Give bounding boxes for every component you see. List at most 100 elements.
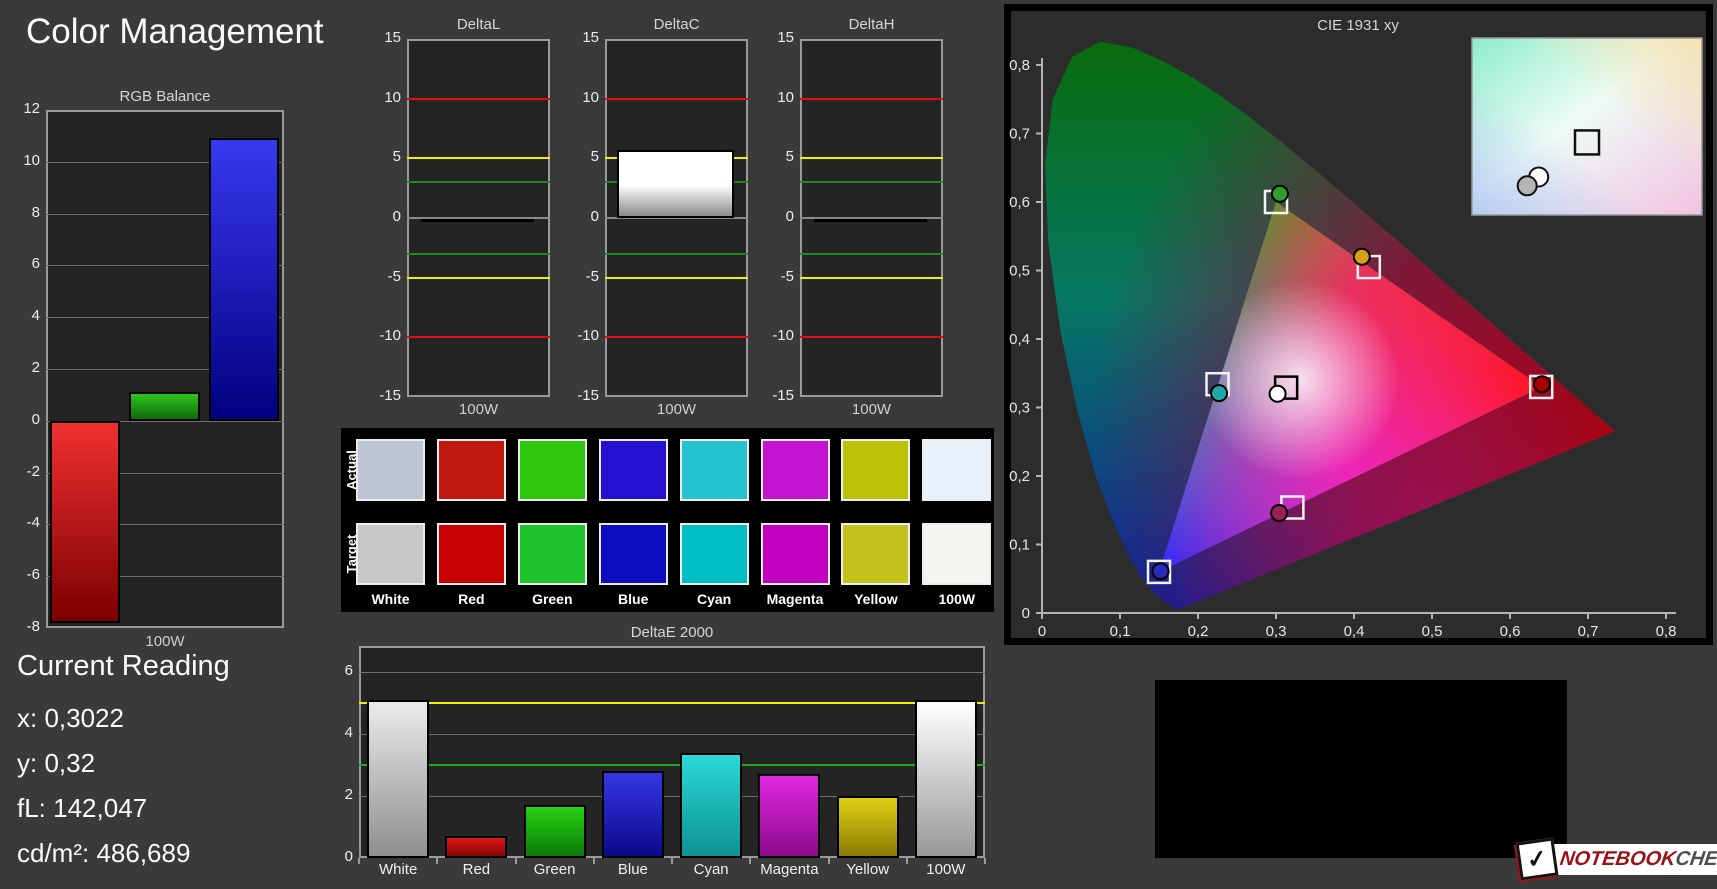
rgb-ytick-label: 0 — [0, 411, 40, 428]
delta_l-ytick-label: 5 — [367, 148, 401, 165]
delta_h-ytick-label: -10 — [760, 327, 794, 344]
delta_c-refline — [605, 277, 748, 279]
delta_h-ytick-label: 10 — [760, 89, 794, 106]
rgb-bar-red — [50, 421, 120, 623]
column-label: Green — [512, 591, 593, 607]
delta_h-refline — [800, 336, 943, 338]
delta_l-ytick-label: 15 — [367, 29, 401, 46]
column-label: Blue — [593, 591, 674, 607]
swatch-target-magenta — [761, 523, 830, 585]
swatch-actual-green — [518, 439, 587, 501]
delta-c-plot — [605, 39, 748, 397]
de-axis-tick — [906, 858, 908, 864]
delta_h-ytick-label: -15 — [760, 387, 794, 404]
swatch-actual-100w — [922, 439, 991, 501]
delta-h-title: DeltaH — [800, 16, 943, 33]
de-bar-cyan — [680, 753, 742, 858]
cie-xtick-label: 0,4 — [1344, 623, 1365, 640]
de-bar-white — [367, 700, 429, 858]
column-label: Cyan — [674, 591, 755, 607]
de-gridline — [359, 734, 985, 735]
de-category-label: Magenta — [750, 861, 828, 878]
swatch-target-yellow — [841, 523, 910, 585]
cie-ytick-label: 0,7 — [1009, 126, 1030, 143]
reading-y: y: 0,32 — [17, 748, 95, 779]
delta_l-bar — [421, 219, 534, 222]
rgb-ytick-label: -6 — [0, 566, 40, 583]
color-checker-panel: ActualTargetWhiteRedGreenBlueCyanMagenta… — [341, 428, 994, 612]
de-ytick-label: 2 — [329, 786, 353, 803]
delta_c-ytick-label: 0 — [565, 208, 599, 225]
delta_h-ytick-label: 15 — [760, 29, 794, 46]
logo-check: CHECK — [1674, 848, 1717, 870]
column-label: Red — [431, 591, 512, 607]
delta_c-ytick-label: -15 — [565, 387, 599, 404]
swatch-actual-white — [356, 439, 425, 501]
delta-l-title: DeltaL — [407, 16, 550, 33]
de-category-label: Yellow — [829, 861, 907, 878]
de-refline — [359, 764, 985, 766]
swatch-actual-magenta — [761, 439, 830, 501]
delta_l-ytick-label: -5 — [367, 268, 401, 285]
current-reading-heading: Current Reading — [17, 650, 230, 683]
swatch-target-blue — [599, 523, 668, 585]
delta-h-xlabel: 100W — [800, 401, 943, 418]
de-category-label: Cyan — [672, 861, 750, 878]
cie-actual-magenta — [1271, 505, 1287, 521]
de-bar-green — [524, 805, 586, 858]
delta_h-refline — [800, 253, 943, 255]
logo-notebook: NOTEBOOK — [1559, 848, 1678, 870]
cie-actual-blue — [1153, 563, 1169, 579]
notebookcheck-logo: ✓ NOTEBOOKCHECK — [1518, 840, 1717, 878]
de-category-label: Red — [437, 861, 515, 878]
cie-actual-white — [1270, 386, 1286, 402]
rgb-balance-plot — [46, 110, 284, 628]
delta-h-plot — [800, 39, 943, 397]
delta_l-ytick-label: -10 — [367, 327, 401, 344]
de-axis-tick — [436, 858, 438, 864]
de-axis-tick — [984, 858, 986, 864]
de-bar-red — [445, 836, 507, 858]
de-bar-magenta — [758, 774, 820, 858]
de-bar-blue — [602, 771, 664, 858]
delta_c-ytick-label: -10 — [565, 327, 599, 344]
de-ytick-label: 6 — [329, 662, 353, 679]
de-category-label: Blue — [594, 861, 672, 878]
delta_h-refline — [800, 277, 943, 279]
delta-e2000-plot — [359, 646, 985, 858]
de-axis-tick — [515, 858, 517, 864]
cie-xtick-label: 0 — [1038, 623, 1046, 640]
inset-reading-marker-2 — [1518, 176, 1537, 195]
rgb-bar-green — [129, 392, 199, 420]
delta-l-xlabel: 100W — [407, 401, 550, 418]
delta_c-refline — [605, 98, 748, 100]
cie-xtick-label: 0,2 — [1188, 623, 1209, 640]
measurement-preview-area — [1155, 680, 1567, 858]
color-management-screen: Color Management RGB Balance 100W DeltaL… — [0, 0, 1717, 889]
delta_l-refline — [407, 277, 550, 279]
cie-xtick-label: 0,5 — [1422, 623, 1443, 640]
delta_h-refline — [800, 157, 943, 159]
swatch-actual-cyan — [680, 439, 749, 501]
de-bar-yellow — [837, 796, 899, 858]
rgb-bar-blue — [209, 138, 279, 420]
delta_l-refline — [407, 253, 550, 255]
rgb-ytick-label: 2 — [0, 359, 40, 376]
delta_l-ytick-label: -15 — [367, 387, 401, 404]
column-label: White — [350, 591, 431, 607]
reading-x: x: 0,3022 — [17, 703, 124, 734]
rgb-ytick-label: 4 — [0, 307, 40, 324]
cie-ytick-label: 0,2 — [1009, 468, 1030, 485]
check-glyph: ✓ — [1525, 843, 1549, 875]
delta_c-ytick-label: 5 — [565, 148, 599, 165]
delta-l-plot — [407, 39, 550, 397]
rgb-ytick-label: -4 — [0, 514, 40, 531]
swatch-target-white — [356, 523, 425, 585]
rgb-ytick-label: -2 — [0, 463, 40, 480]
de-ytick-label: 0 — [329, 848, 353, 865]
cie-ytick-label: 0,1 — [1009, 537, 1030, 554]
cie-whitepoint-inset — [1472, 38, 1702, 215]
de-axis-tick — [358, 858, 360, 864]
reading-cdm2: cd/m²: 486,689 — [17, 838, 190, 869]
rgb-ytick-label: 8 — [0, 204, 40, 221]
